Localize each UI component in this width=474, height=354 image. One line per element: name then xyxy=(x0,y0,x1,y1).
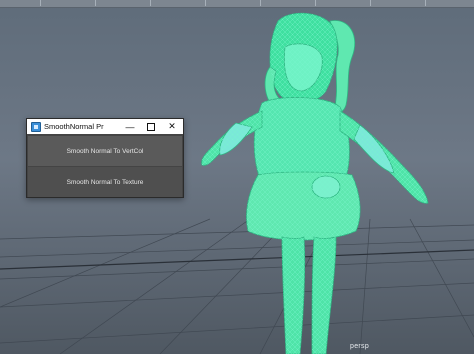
strip-tick xyxy=(150,0,151,6)
app-window-icon xyxy=(31,121,41,132)
window-title-bar[interactable]: SmoothNormal Proc... — ✕ xyxy=(27,119,183,134)
strip-tick xyxy=(40,0,41,6)
strip-tick xyxy=(205,0,206,6)
maximize-icon[interactable] xyxy=(141,119,161,134)
smooth-normal-to-texture-button[interactable]: Smooth Normal To Texture xyxy=(28,167,182,197)
wireframe-overlay xyxy=(201,13,428,354)
strip-tick xyxy=(95,0,96,6)
smoothnormal-tool-window[interactable]: SmoothNormal Proc... — ✕ Smooth Normal T… xyxy=(26,118,184,198)
strip-tick xyxy=(425,0,426,6)
strip-tick xyxy=(315,0,316,6)
strip-tick xyxy=(260,0,261,6)
camera-label: persp xyxy=(350,343,370,350)
smooth-normal-to-vertcol-button[interactable]: Smooth Normal To VertCol xyxy=(28,136,182,166)
maximize-square-icon xyxy=(147,122,155,131)
strip-tick xyxy=(370,0,371,6)
window-title: SmoothNormal Proc... xyxy=(44,122,104,131)
close-icon[interactable]: ✕ xyxy=(162,119,182,134)
minimize-icon[interactable]: — xyxy=(120,119,140,134)
